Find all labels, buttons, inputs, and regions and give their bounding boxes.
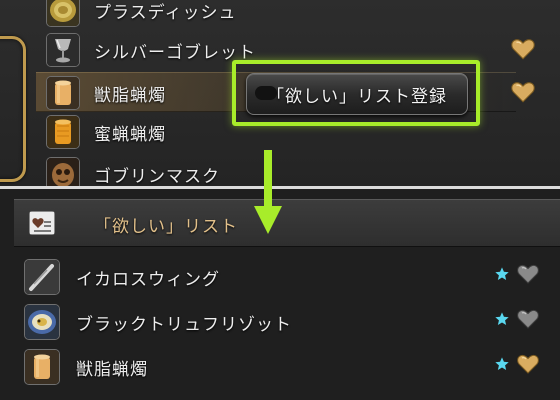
item-name: 獣脂蝋燭: [76, 360, 148, 380]
candle-icon: [46, 76, 80, 110]
icarus-wing-icon: [24, 259, 60, 295]
wishlist-item[interactable]: イカロスウィング: [14, 256, 560, 300]
risotto-icon: [24, 304, 60, 340]
item-name: イカロスウィング: [76, 270, 220, 290]
item-name: 獣脂蝋燭: [94, 86, 166, 106]
star-icon: [494, 356, 510, 372]
item-row-plate[interactable]: プラスディッシュ: [36, 0, 516, 28]
context-menu-highlight: 「欲しい」リスト登録: [232, 60, 480, 126]
wishlist-header-icon: [30, 212, 54, 234]
heart-icon: [510, 79, 536, 105]
add-to-wishlist-label: 「欲しい」リスト登録: [267, 86, 447, 107]
item-name: ブラックトリュフリゾット: [76, 315, 292, 335]
down-arrow-icon: [252, 150, 284, 240]
left-frame-decoration: [0, 36, 26, 182]
heart-icon: [510, 36, 536, 62]
wishlist-header[interactable]: 「欲しい」リスト: [14, 199, 560, 247]
wishlist-title: 「欲しい」リスト: [94, 217, 238, 237]
goblet-icon: [46, 33, 80, 67]
star-icon: [494, 266, 510, 282]
item-name: ゴブリンマスク: [94, 167, 220, 187]
wishlist-item[interactable]: 獣脂蝋燭: [14, 346, 560, 390]
button-knob: [255, 86, 277, 100]
item-name: 蜜蝋蝋燭: [94, 125, 166, 145]
item-name: シルバーゴブレット: [94, 43, 256, 63]
heart-icon[interactable]: [516, 352, 540, 376]
item-name: プラスディッシュ: [94, 3, 237, 23]
heart-icon[interactable]: [516, 307, 540, 331]
wishlist-item[interactable]: ブラックトリュフリゾット: [14, 301, 560, 345]
beeswax-candle-icon: [46, 115, 80, 149]
candle-icon: [24, 349, 60, 385]
add-to-wishlist-button[interactable]: 「欲しい」リスト登録: [246, 73, 468, 115]
star-icon: [494, 311, 510, 327]
plate-icon: [46, 0, 80, 27]
heart-icon[interactable]: [516, 262, 540, 286]
